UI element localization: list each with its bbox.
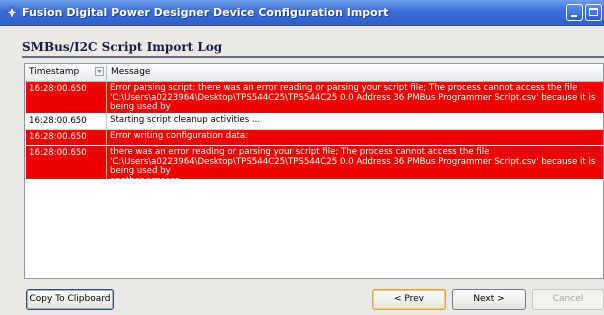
filter-icon[interactable] [95,67,104,76]
row-timestamp: 16:28:00.650 [29,116,87,126]
maximize-button[interactable] [585,4,602,21]
column-header-message[interactable]: Message [111,67,150,77]
cell-separator [106,146,107,179]
cancel-button[interactable]: Cancel [532,289,604,310]
row-message: Starting script cleanup activities ... [110,115,261,125]
prev-button[interactable]: < Prev [372,289,446,310]
column-header-timestamp[interactable]: Timestamp [29,67,79,77]
table-row[interactable]: 16:28:00.650 there was an error reading … [26,146,603,186]
minimize-icon [571,15,577,17]
cell-separator [106,82,107,113]
log-grid[interactable]: Timestamp Message 16:28:00.650 Error par… [24,63,604,279]
cell-separator [106,130,107,145]
grid-header: Timestamp Message [25,64,603,82]
fusion-app-icon [5,6,19,20]
window-titlebar: Fusion Digital Power Designer Device Con… [0,0,604,26]
row-timestamp: 16:28:00.650 [29,148,87,158]
row-message: Error writing configuration data: [110,131,249,141]
maximize-icon [589,8,598,16]
page-title: SMBus/I2C Script Import Log [22,40,223,54]
window-title: Fusion Digital Power Designer Device Con… [22,6,389,19]
minimize-button[interactable] [566,4,583,21]
row-message: there was an error reading or parsing yo… [110,147,596,186]
column-separator [106,65,107,80]
heading-divider [22,56,604,58]
row-timestamp: 16:28:00.650 [29,132,87,142]
table-row[interactable]: 16:28:00.650 Error parsing script: there… [26,82,603,122]
row-timestamp: 16:28:00.650 [29,84,87,94]
table-row[interactable]: 16:28:00.650 Starting script cleanup act… [26,114,603,130]
table-row[interactable]: 16:28:00.650 Error writing configuration… [26,130,603,146]
cell-separator [106,114,107,129]
copy-to-clipboard-button[interactable]: Copy To Clipboard [26,289,114,310]
next-button[interactable]: Next > [452,289,526,310]
